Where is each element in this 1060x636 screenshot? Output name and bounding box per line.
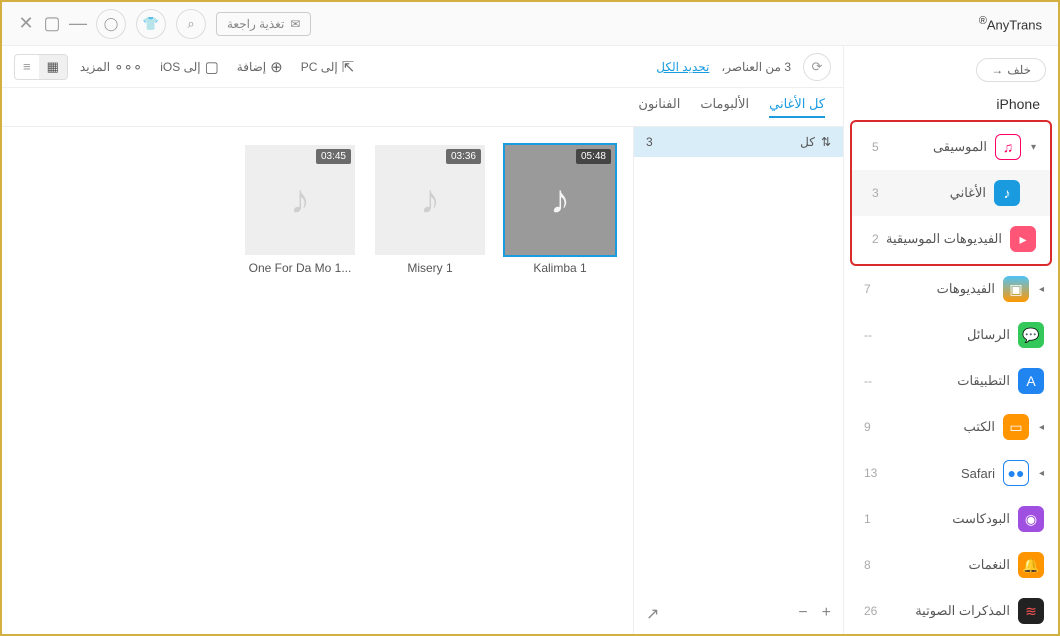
chevron-right-icon: ◂ [1039, 468, 1044, 479]
shirt-icon[interactable]: 👕 [136, 9, 166, 39]
category-music[interactable]: ▾ ♫ الموسيقى 5 [852, 124, 1050, 170]
note-icon: ♪ [420, 178, 440, 223]
list-view-button[interactable]: ≡ [15, 55, 39, 79]
books-icon: ▭ [1003, 414, 1029, 440]
duration-badge: 03:36 [446, 149, 481, 164]
mail-icon: ✉ [290, 17, 300, 31]
app-window: AnyTrans® ✉ تغذية راجعة ⌕ 👕 ◯ — ▢ ✕ خلف … [0, 0, 1060, 636]
safari-icon: ●● [1003, 460, 1029, 486]
duration-badge: 05:48 [576, 149, 611, 164]
more-button[interactable]: ∘∘∘المزيد [74, 54, 148, 80]
filter-footer: + − ↗ [634, 594, 843, 634]
note-icon: ♪ [550, 178, 570, 223]
filter-count: 3 [646, 135, 653, 149]
song-thumbnail[interactable]: 03:36 ♪ [375, 145, 485, 255]
song-thumbnail[interactable]: 03:45 ♪ [245, 145, 355, 255]
category-voice-memos[interactable]: ≋ المذكرات الصوتية 26 [844, 588, 1058, 634]
to-ios-button[interactable]: ▢إلى iOS [154, 54, 225, 80]
remove-filter-button[interactable]: − [798, 604, 807, 624]
category-songs[interactable]: ♪ الأغاني 3 [852, 170, 1050, 216]
chevron-right-icon: ◂ [1039, 422, 1044, 433]
add-button[interactable]: ⊕إضافة [231, 54, 289, 80]
note-icon: ♪ [290, 178, 310, 223]
content-body: ⇅كل 3 + − ↗ 05:48 ♪ [2, 127, 843, 634]
category-books[interactable]: ◂ ▭ الكتب 9 [844, 404, 1058, 450]
titlebar-right: ✉ تغذية راجعة ⌕ 👕 ◯ — ▢ ✕ [18, 9, 311, 39]
category-apps[interactable]: A التطبيقات -- [844, 358, 1058, 404]
song-item[interactable]: 03:45 ♪ One For Da Mo 1... [245, 145, 355, 275]
search-icon[interactable]: ⌕ [176, 9, 206, 39]
back-button[interactable]: خلف → [976, 58, 1046, 82]
item-count: 3 من العناصر، [721, 60, 791, 74]
main: خلف → iPhone ▾ ♫ الموسيقى 5 [2, 46, 1058, 634]
share-button[interactable]: ↗ [646, 604, 659, 624]
chevron-right-icon: ◂ [1039, 284, 1044, 295]
tab-albums[interactable]: الألبومات [700, 96, 749, 118]
songs-grid: 05:48 ♪ Kalimba 1 03:36 ♪ Misery 1 [2, 127, 633, 634]
user-icon[interactable]: ◯ [96, 9, 126, 39]
content-tabs: كل الأغاني الألبومات الفنانون [2, 88, 843, 127]
toolbar-actions: ⇱إلى PC ⊕إضافة ▢إلى iOS ∘∘∘المزيد ▦ ≡ [14, 54, 360, 80]
titlebar-left: AnyTrans® [979, 15, 1042, 32]
videos-icon: ▣ [1003, 276, 1029, 302]
titlebar: AnyTrans® ✉ تغذية راجعة ⌕ 👕 ◯ — ▢ ✕ [2, 2, 1058, 46]
messages-icon: 💬 [1018, 322, 1044, 348]
brand: AnyTrans® [979, 15, 1042, 32]
maximize-button[interactable]: ▢ [44, 13, 60, 34]
song-item[interactable]: 05:48 ♪ Kalimba 1 [505, 145, 615, 275]
song-icon: ♪ [994, 180, 1020, 206]
category-podcasts[interactable]: ◉ البودكاست 1 [844, 496, 1058, 542]
song-item[interactable]: 03:36 ♪ Misery 1 [375, 145, 485, 275]
filter-icon: ⇅ [821, 135, 831, 149]
song-title: Misery 1 [375, 261, 485, 275]
device-name: iPhone [844, 88, 1058, 120]
phone-icon: ▢ [205, 58, 219, 76]
voice-memo-icon: ≋ [1018, 598, 1044, 624]
close-button[interactable]: ✕ [18, 13, 34, 34]
music-icon: ♫ [995, 134, 1021, 160]
select-all-link[interactable]: تحديد الكل [656, 60, 709, 74]
music-video-icon: ▸ [1010, 226, 1036, 252]
filter-all-row[interactable]: ⇅كل 3 [634, 127, 843, 157]
view-toggle: ▦ ≡ [14, 54, 68, 80]
tab-artists[interactable]: الفنانون [638, 96, 680, 118]
tab-all-songs[interactable]: كل الأغاني [769, 96, 825, 118]
chevron-left-icon: → [991, 63, 1003, 77]
chevron-down-icon: ▾ [1031, 142, 1036, 153]
add-filter-button[interactable]: + [822, 604, 831, 624]
filter-column: ⇅كل 3 + − ↗ [633, 127, 843, 634]
export-icon: ⇱ [342, 58, 355, 76]
dots-icon: ∘∘∘ [114, 58, 142, 76]
content-area: ⟳ 3 من العناصر، تحديد الكل ⇱إلى PC ⊕إضاف… [2, 46, 843, 634]
minimize-button[interactable]: — [70, 13, 86, 34]
apps-icon: A [1018, 368, 1044, 394]
song-thumbnail[interactable]: 05:48 ♪ [505, 145, 615, 255]
song-title: Kalimba 1 [505, 261, 615, 275]
category-safari[interactable]: ◂ ●● Safari 13 [844, 450, 1058, 496]
category-messages[interactable]: 💬 الرسائل -- [844, 312, 1058, 358]
plus-icon: ⊕ [270, 58, 283, 76]
feedback-button[interactable]: ✉ تغذية راجعة [216, 12, 311, 36]
category-videos[interactable]: ◂ ▣ الفيديوهات 7 [844, 266, 1058, 312]
content-toolbar: ⟳ 3 من العناصر، تحديد الكل ⇱إلى PC ⊕إضاف… [2, 46, 843, 88]
refresh-button[interactable]: ⟳ [803, 53, 831, 81]
category-sidebar: خلف → iPhone ▾ ♫ الموسيقى 5 [843, 46, 1058, 634]
ringtone-icon: 🔔 [1018, 552, 1044, 578]
podcast-icon: ◉ [1018, 506, 1044, 532]
category-music-videos[interactable]: ▸ الفيديوهات الموسيقية 2 [852, 216, 1050, 262]
grid-view-button[interactable]: ▦ [39, 55, 67, 79]
highlighted-categories: ▾ ♫ الموسيقى 5 ♪ الأغاني 3 [850, 120, 1052, 266]
to-pc-button[interactable]: ⇱إلى PC [295, 54, 361, 80]
song-title: One For Da Mo 1... [245, 261, 355, 275]
category-list: ▾ ♫ الموسيقى 5 ♪ الأغاني 3 [844, 120, 1058, 634]
category-ringtones[interactable]: 🔔 النغمات 8 [844, 542, 1058, 588]
duration-badge: 03:45 [316, 149, 351, 164]
